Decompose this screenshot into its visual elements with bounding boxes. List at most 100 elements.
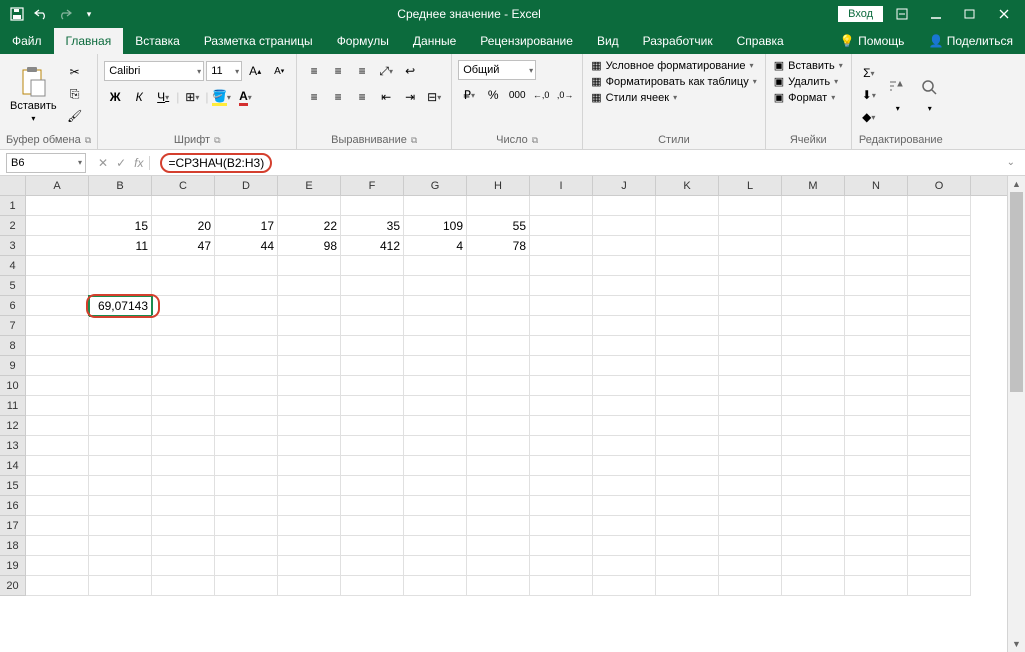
increase-font-icon[interactable]: A▴ — [244, 60, 266, 82]
decrease-decimal-icon[interactable]: ,0→ — [554, 84, 576, 106]
column-header[interactable]: B — [89, 176, 152, 195]
cell[interactable] — [341, 356, 404, 376]
cell[interactable] — [656, 296, 719, 316]
cell[interactable] — [215, 456, 278, 476]
cell[interactable] — [89, 476, 152, 496]
cell[interactable] — [908, 496, 971, 516]
insert-function-icon[interactable]: fx — [134, 156, 143, 170]
cell[interactable] — [530, 296, 593, 316]
row-header[interactable]: 2 — [0, 216, 26, 236]
undo-icon[interactable] — [30, 3, 52, 25]
cell[interactable] — [656, 576, 719, 596]
fill-icon[interactable]: ⬇ — [858, 84, 880, 106]
row-header[interactable]: 19 — [0, 556, 26, 576]
cell[interactable] — [341, 416, 404, 436]
cell[interactable] — [278, 276, 341, 296]
cell[interactable]: 4 — [404, 236, 467, 256]
cell[interactable] — [341, 276, 404, 296]
cell[interactable] — [26, 416, 89, 436]
row-header[interactable]: 7 — [0, 316, 26, 336]
cell[interactable] — [341, 196, 404, 216]
cell[interactable] — [341, 576, 404, 596]
cell[interactable] — [530, 316, 593, 336]
cell[interactable] — [467, 336, 530, 356]
cell[interactable] — [404, 296, 467, 316]
cell[interactable] — [719, 256, 782, 276]
number-format-combo[interactable]: Общий — [458, 60, 536, 80]
row-header[interactable]: 3 — [0, 236, 26, 256]
expand-clipboard-icon[interactable]: ⧉ — [85, 135, 91, 146]
cell[interactable] — [152, 276, 215, 296]
expand-formula-bar-icon[interactable]: ⌄ — [1003, 157, 1019, 168]
spreadsheet-grid[interactable]: ABCDEFGHIJKLMNO 121520172235109553114744… — [0, 176, 1007, 652]
row-header[interactable]: 5 — [0, 276, 26, 296]
row-header[interactable]: 17 — [0, 516, 26, 536]
cell[interactable] — [152, 576, 215, 596]
cell[interactable] — [26, 256, 89, 276]
cell[interactable] — [845, 336, 908, 356]
cell[interactable] — [656, 416, 719, 436]
align-top-icon[interactable]: ≡ — [303, 60, 325, 82]
cell[interactable] — [782, 396, 845, 416]
cell[interactable] — [215, 516, 278, 536]
cell[interactable] — [656, 196, 719, 216]
cell[interactable]: 412 — [341, 236, 404, 256]
cell[interactable] — [845, 496, 908, 516]
cell[interactable] — [404, 196, 467, 216]
row-header[interactable]: 20 — [0, 576, 26, 596]
cell[interactable] — [404, 336, 467, 356]
column-header[interactable]: E — [278, 176, 341, 195]
cell[interactable] — [215, 276, 278, 296]
cell[interactable] — [404, 376, 467, 396]
cell[interactable] — [908, 536, 971, 556]
cell[interactable] — [782, 436, 845, 456]
cell[interactable] — [278, 316, 341, 336]
cell[interactable] — [404, 516, 467, 536]
cell[interactable] — [26, 576, 89, 596]
scroll-thumb[interactable] — [1010, 192, 1023, 392]
cell[interactable] — [89, 436, 152, 456]
cell[interactable] — [404, 316, 467, 336]
cell[interactable] — [530, 576, 593, 596]
tab-formulas[interactable]: Формулы — [325, 28, 401, 54]
qat-customize-icon[interactable]: ▾ — [78, 3, 100, 25]
cell[interactable] — [215, 296, 278, 316]
copy-icon[interactable]: ⎘ — [64, 83, 86, 105]
cell[interactable] — [152, 196, 215, 216]
tell-me[interactable]: 💡 Помощь — [828, 28, 917, 54]
cell[interactable]: 22 — [278, 216, 341, 236]
expand-font-icon[interactable]: ⧉ — [214, 135, 220, 146]
cell[interactable]: 35 — [341, 216, 404, 236]
cell[interactable] — [719, 376, 782, 396]
cell[interactable] — [530, 456, 593, 476]
cell[interactable] — [908, 356, 971, 376]
cell[interactable] — [467, 196, 530, 216]
cell[interactable] — [278, 576, 341, 596]
cell[interactable] — [26, 316, 89, 336]
cell[interactable] — [404, 576, 467, 596]
cell[interactable] — [656, 276, 719, 296]
cell[interactable] — [26, 216, 89, 236]
cell[interactable] — [908, 196, 971, 216]
cell[interactable] — [656, 236, 719, 256]
currency-icon[interactable]: ₽ — [458, 84, 480, 106]
cell[interactable] — [845, 576, 908, 596]
percent-icon[interactable]: % — [482, 84, 504, 106]
cell[interactable] — [467, 456, 530, 476]
cell[interactable] — [719, 196, 782, 216]
cell[interactable] — [593, 296, 656, 316]
cell[interactable] — [593, 576, 656, 596]
font-size-combo[interactable]: 11 — [206, 61, 242, 81]
cell[interactable] — [845, 376, 908, 396]
cell[interactable] — [278, 356, 341, 376]
cell[interactable] — [278, 256, 341, 276]
cell[interactable] — [719, 516, 782, 536]
column-header[interactable]: L — [719, 176, 782, 195]
row-header[interactable]: 12 — [0, 416, 26, 436]
cell[interactable] — [530, 376, 593, 396]
tab-insert[interactable]: Вставка — [123, 28, 192, 54]
cell[interactable] — [26, 296, 89, 316]
row-header[interactable]: 10 — [0, 376, 26, 396]
column-header[interactable]: N — [845, 176, 908, 195]
cell[interactable] — [908, 256, 971, 276]
